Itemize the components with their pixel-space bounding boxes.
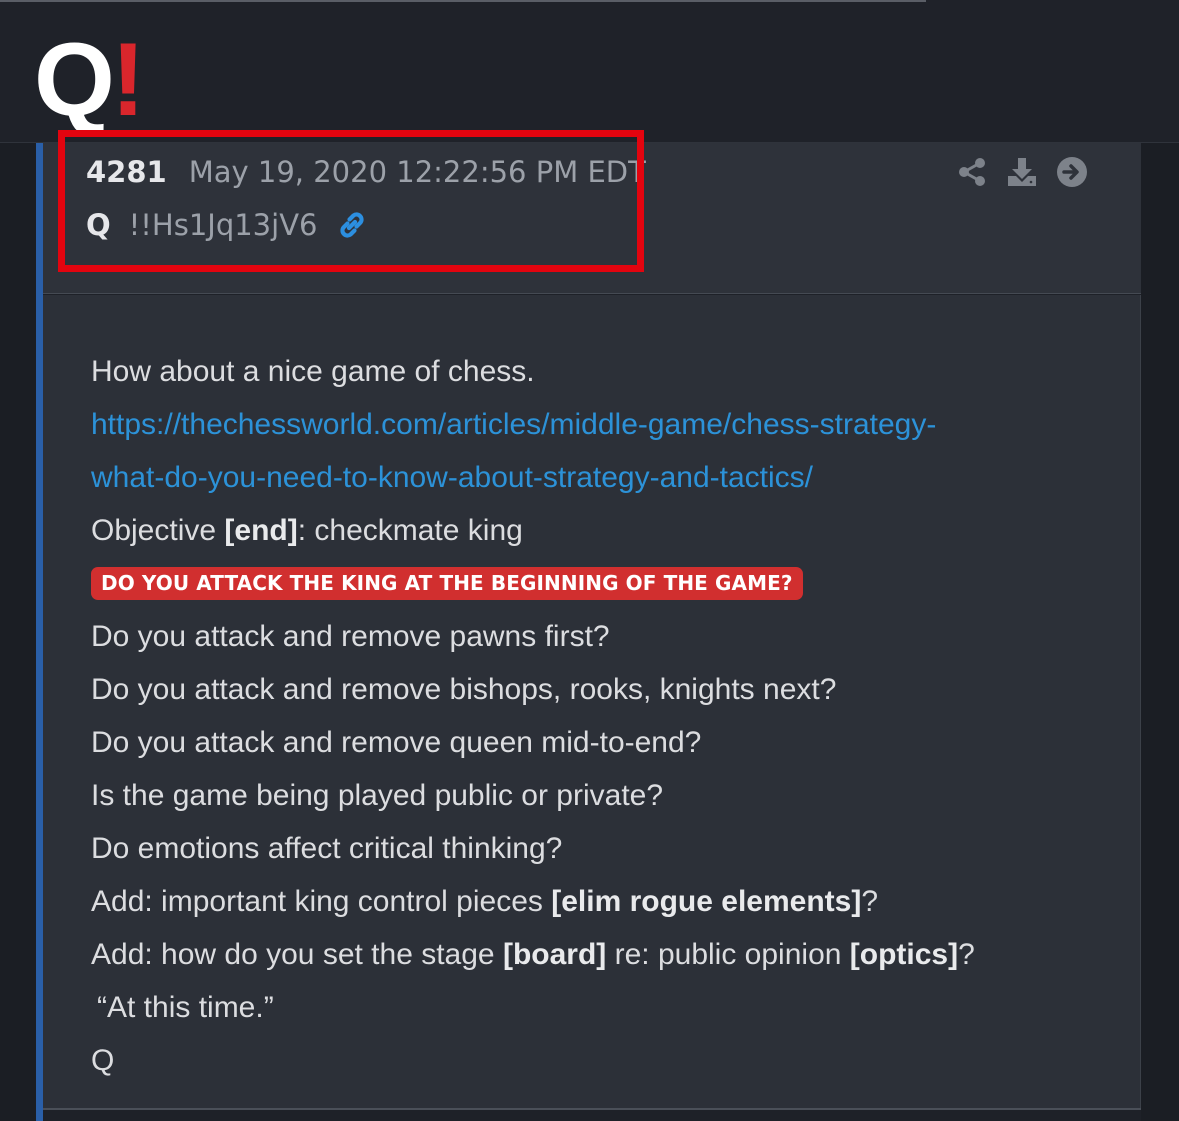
message-line: How about a nice game of chess. bbox=[91, 355, 535, 388]
right-gutter bbox=[1141, 143, 1179, 1121]
left-gutter bbox=[0, 143, 36, 1121]
signature: Q bbox=[91, 1044, 115, 1077]
site-header: Q ! bbox=[0, 0, 1179, 143]
question-line: Do you attack and remove pawns first? bbox=[91, 620, 610, 653]
page: Q ! 4281 May 19, 2020 12:22:56 PM EDT Q … bbox=[0, 0, 1179, 1121]
add-line: Add: how do you set the stage [board] re… bbox=[91, 928, 1111, 981]
add1-bold: [elim rogue elements] bbox=[551, 885, 862, 918]
logo-q: Q bbox=[34, 22, 115, 138]
objective-prefix: Objective bbox=[91, 514, 225, 547]
article-link-continued[interactable]: what-do-you-need-to-know-about-strategy-… bbox=[91, 451, 1111, 504]
add2-bold-optics: [optics] bbox=[849, 938, 959, 971]
add2-middle: re: public opinion bbox=[606, 938, 850, 971]
add2-bold-board: [board] bbox=[502, 938, 607, 971]
badge-line: DO YOU ATTACK THE KING AT THE BEGINNING … bbox=[91, 557, 1111, 610]
post-accent-bar bbox=[36, 143, 43, 1121]
highlight-annotation-box bbox=[58, 130, 644, 272]
add1-prefix: Add: important king control pieces bbox=[91, 885, 552, 918]
article-link-part2[interactable]: what-do-you-need-to-know-about-strategy-… bbox=[91, 461, 813, 494]
add-line: Add: important king control pieces [elim… bbox=[91, 875, 1111, 928]
objective-line: Objective [end]: checkmate king bbox=[91, 504, 1111, 557]
post-message: How about a nice game of chess. https://… bbox=[91, 345, 1111, 1087]
add2-prefix: Add: how do you set the stage bbox=[91, 938, 503, 971]
article-link[interactable]: https://thechessworld.com/articles/middl… bbox=[91, 398, 1111, 451]
question-line: Do you attack and remove queen mid-to-en… bbox=[91, 726, 702, 759]
add2-suffix: ? bbox=[958, 938, 975, 971]
arrow-right-circle-icon[interactable] bbox=[1056, 156, 1088, 188]
question-line: Do you attack and remove bishops, rooks,… bbox=[91, 673, 837, 706]
article-link-part1[interactable]: https://thechessworld.com/articles/middl… bbox=[91, 408, 936, 441]
post-bottom-border bbox=[43, 1108, 1141, 1110]
share-icon[interactable] bbox=[956, 156, 988, 188]
question-line: Do emotions affect critical thinking? bbox=[91, 832, 563, 865]
objective-suffix: : checkmate king bbox=[297, 514, 523, 547]
objective-bold: [end] bbox=[224, 514, 298, 547]
question-line: Is the game being played public or priva… bbox=[91, 779, 664, 812]
site-logo[interactable]: Q ! bbox=[34, 22, 146, 138]
highlighted-question-badge: DO YOU ATTACK THE KING AT THE BEGINNING … bbox=[91, 567, 803, 600]
quote-line: “At this time.” bbox=[97, 991, 274, 1024]
logo-exclamation: ! bbox=[110, 22, 146, 138]
header-divider bbox=[0, 0, 926, 2]
add1-suffix: ? bbox=[861, 885, 879, 918]
download-icon[interactable] bbox=[1006, 156, 1038, 188]
post-actions bbox=[956, 152, 1088, 192]
